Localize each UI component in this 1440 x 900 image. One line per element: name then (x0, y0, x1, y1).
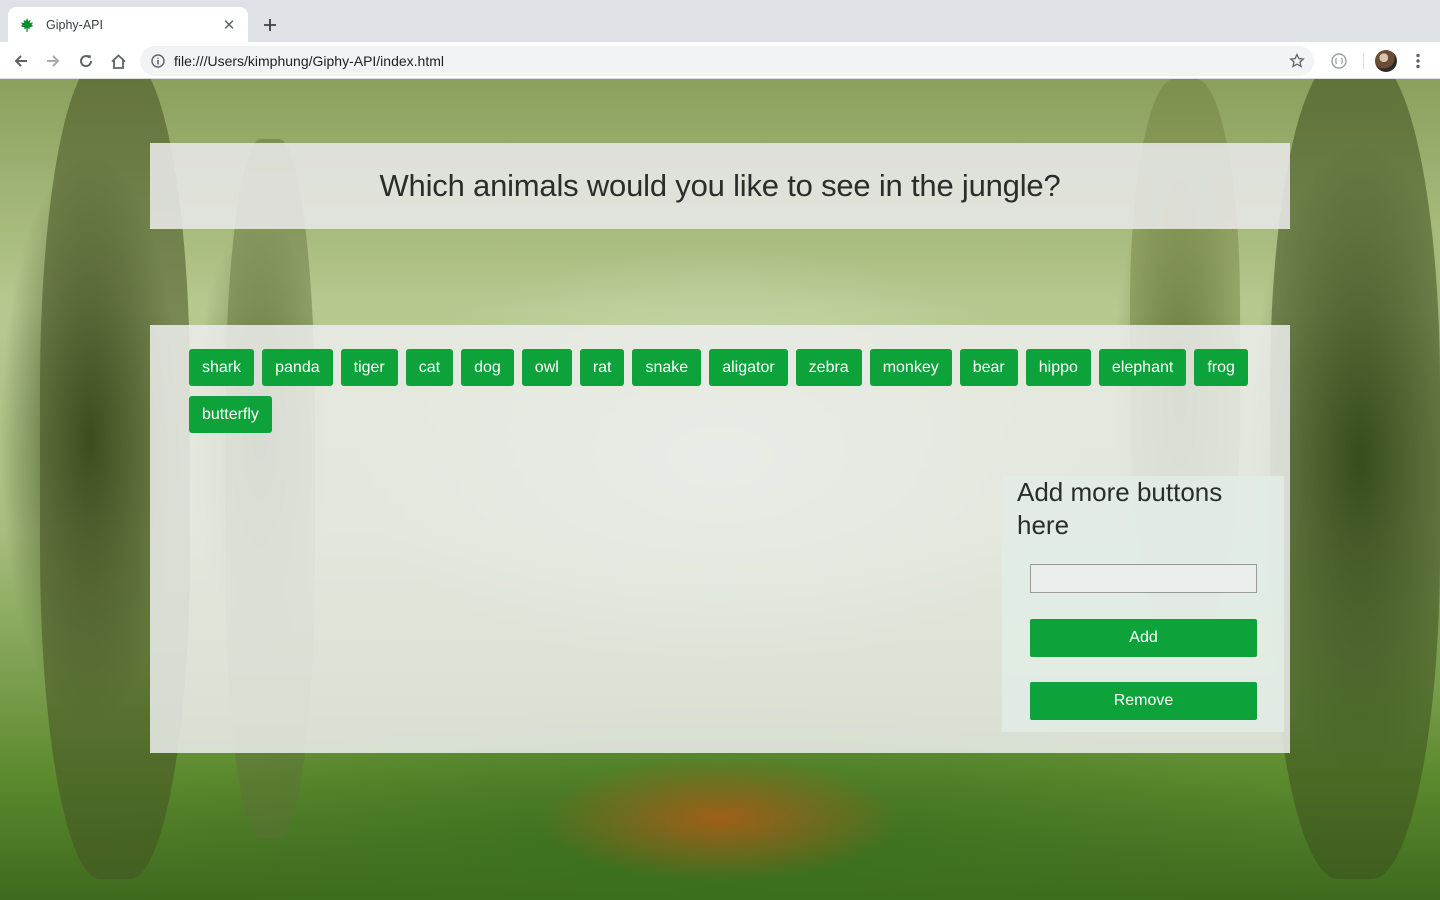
new-tab-icon[interactable] (258, 13, 282, 37)
browser-tab[interactable]: Giphy-API ✕ (8, 7, 248, 42)
tab-title: Giphy-API (46, 17, 103, 32)
animal-button-aligator[interactable]: aligator (709, 349, 788, 386)
header-banner: Which animals would you like to see in t… (150, 143, 1290, 229)
animal-button-dog[interactable]: dog (461, 349, 514, 386)
animal-button-monkey[interactable]: monkey (869, 349, 952, 386)
page-title: Which animals would you like to see in t… (379, 168, 1061, 203)
site-info-icon[interactable] (150, 53, 166, 69)
add-buttons-panel: Add more buttons here Add Remove (1002, 476, 1284, 732)
maple-leaf-favicon-icon (18, 16, 36, 34)
tab-strip: Giphy-API ✕ (0, 0, 1440, 42)
bookmark-star-icon[interactable] (1288, 52, 1306, 70)
animal-button-snake[interactable]: snake (632, 349, 702, 386)
browser-toolbar: file:///Users/kimphung/Giphy-API/index.h… (0, 42, 1440, 79)
animal-button-list: shark panda tiger cat dog owl rat snake aligator… (189, 349, 1249, 433)
profile-avatar[interactable] (1375, 50, 1397, 72)
animal-button-frog[interactable]: frog (1194, 349, 1248, 386)
animal-button-shark[interactable]: shark (189, 349, 255, 386)
animal-button-butterfly[interactable]: butterfly (189, 396, 272, 433)
address-bar[interactable]: file:///Users/kimphung/Giphy-API/index.h… (140, 46, 1314, 76)
remove-button[interactable]: Remove (1030, 682, 1257, 720)
home-icon[interactable] (105, 48, 131, 74)
toolbar-divider (1363, 53, 1364, 69)
close-tab-icon[interactable]: ✕ (220, 16, 238, 34)
add-panel-title: Add more buttons here (1017, 477, 1223, 540)
animal-button-hippo[interactable]: hippo (1025, 349, 1091, 386)
animal-button-zebra[interactable]: zebra (795, 349, 862, 386)
back-arrow-icon[interactable] (8, 48, 34, 74)
url-text: file:///Users/kimphung/Giphy-API/index.h… (174, 53, 444, 69)
animal-button-owl[interactable]: owl (521, 349, 572, 386)
forward-arrow-icon[interactable] (40, 48, 66, 74)
animal-button-panda[interactable]: panda (262, 349, 333, 386)
animal-button-elephant[interactable]: elephant (1098, 349, 1187, 386)
reload-icon[interactable] (73, 48, 99, 74)
animal-button-tiger[interactable]: tiger (340, 349, 398, 386)
tree-trunk-right (1270, 79, 1440, 879)
animal-button-bear[interactable]: bear (959, 349, 1018, 386)
animal-button-cat[interactable]: cat (405, 349, 454, 386)
new-animal-input[interactable] (1030, 564, 1257, 593)
extension-icon[interactable] (1328, 50, 1350, 72)
jungle-background: Which animals would you like to see in t… (0, 79, 1440, 900)
main-panel: shark panda tiger cat dog owl rat snake aligator… (150, 325, 1290, 753)
more-menu-icon[interactable] (1408, 50, 1428, 72)
add-button[interactable]: Add (1030, 619, 1257, 657)
animal-button-rat[interactable]: rat (579, 349, 625, 386)
